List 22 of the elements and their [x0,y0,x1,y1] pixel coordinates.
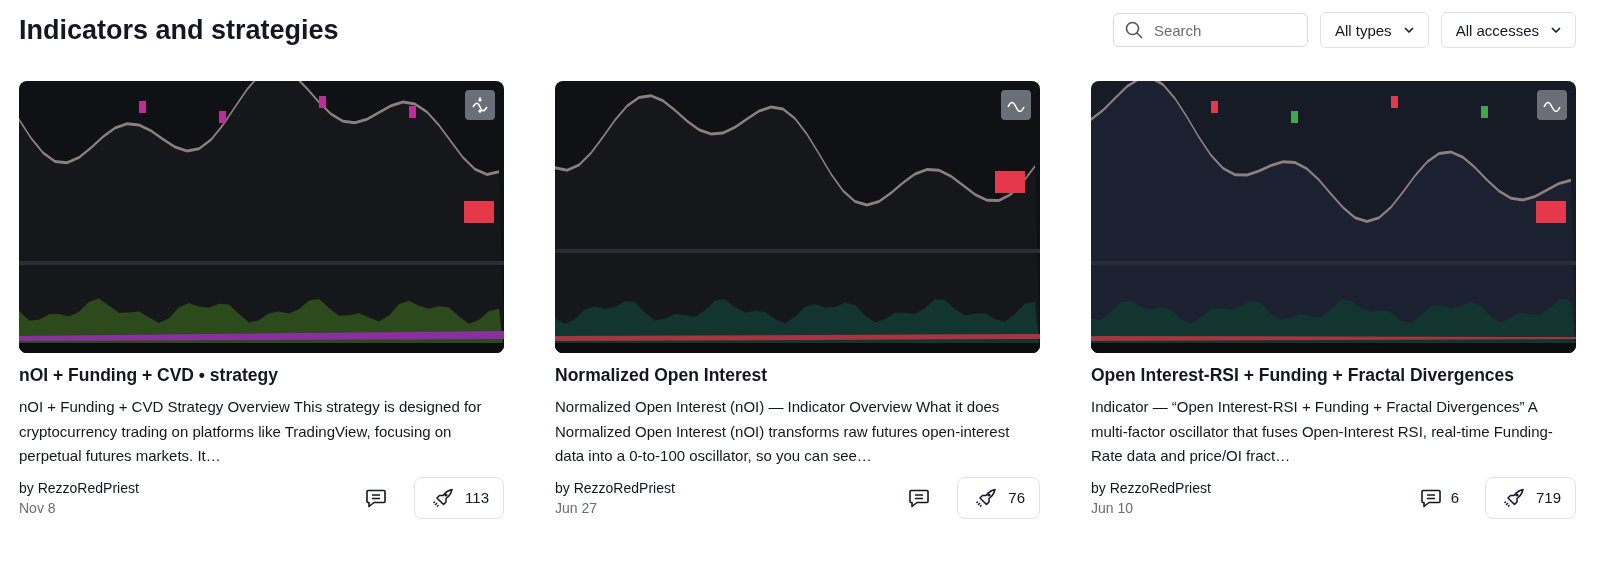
card-title[interactable]: nOI + Funding + CVD • strategy [19,363,504,387]
author-link[interactable]: by RezzoRedPriest [1091,479,1413,496]
filter-dropdown[interactable]: All accesses [1440,12,1576,48]
search-field[interactable]: Search [1112,13,1308,47]
filter-dropdown[interactable]: All types [1319,12,1429,48]
boost-button[interactable]: 76 [957,476,1040,519]
card-description: Normalized Open Interest (nOI) — Indicator Overview What it does Normalized Open Interest (nOI) transforms raw futures open-interest data into a 0-to-100 oscillator, so you can see… [555,397,1011,466]
page-title: Indicators and strategies [19,14,339,46]
card-description: nOI + Funding + CVD Strategy Overview This strategy is designed for cryptocurrency trading on platforms like TradingView, focusing on perpetual futures markets. It… [19,397,483,466]
boost-button[interactable]: 719 [1484,476,1576,519]
post-date: Jun 27 [555,499,599,516]
post-date: Jun 10 [1091,499,1135,516]
comments-button[interactable]: 6 [1412,481,1465,514]
author-link[interactable]: by RezzoRedPriest [19,479,359,496]
author-link[interactable]: by RezzoRedPriest [555,479,902,496]
caret-icon [1551,27,1561,33]
post-date: Nov 8 [19,499,57,516]
caret-icon [1403,27,1414,33]
card-title[interactable]: Normalized Open Interest [555,363,1040,387]
card-title[interactable]: Open Interest-RSI + Funding + Fractal Divergences [1091,363,1576,387]
boost-button[interactable]: 113 [414,476,504,519]
card-description: Indicator — “Open Interest-RSI + Funding + Fractal Divergences” A multi-factor oscillator that fuses Open-Interest RSI, real-time Funding-Rate data and price/OI fract… [1091,397,1554,466]
